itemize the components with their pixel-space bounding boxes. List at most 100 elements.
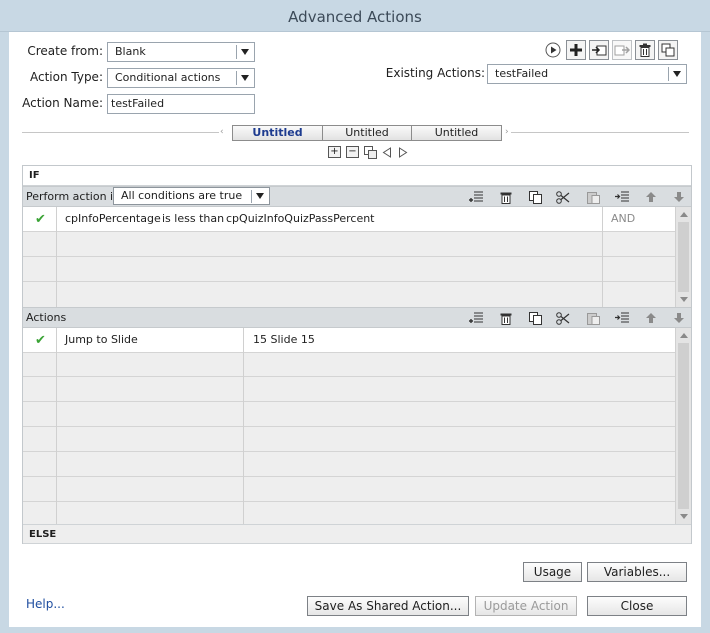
empty-condition-row[interactable]	[23, 257, 675, 282]
variables-button[interactable]: Variables...	[587, 562, 687, 582]
existing-actions-value: testFailed	[495, 67, 549, 80]
conditions-grid: ✔ cpInfoPercentage is less than cpQuizIn…	[23, 207, 675, 307]
usage-button[interactable]: Usage	[523, 562, 582, 582]
import-icon[interactable]	[589, 40, 609, 60]
dropdown-separator	[668, 67, 669, 81]
condition-toolbar: Perform action if: All conditions are tr…	[23, 186, 691, 207]
action-type-value: Conditional actions	[115, 71, 221, 84]
trash-icon[interactable]	[497, 310, 515, 326]
move-down-icon[interactable]	[670, 310, 688, 326]
column-divider	[56, 328, 57, 524]
empty-action-row[interactable]	[23, 352, 675, 377]
condition-editor-panel: IF Perform action if: All conditions are…	[22, 165, 692, 544]
cut-icon[interactable]	[554, 310, 572, 326]
conditions-scrollbar[interactable]	[675, 207, 691, 307]
scroll-down-icon[interactable]	[680, 297, 688, 302]
empty-condition-row[interactable]	[23, 232, 675, 257]
perform-action-label: Perform action if:	[26, 190, 121, 203]
prev-icon[interactable]	[382, 147, 392, 161]
move-down-icon[interactable]	[670, 189, 688, 205]
tab-condition-1[interactable]: Untitled	[232, 125, 323, 141]
dropdown-separator	[251, 190, 252, 203]
scroll-up-icon[interactable]	[680, 333, 688, 338]
tab-strip-rule-left	[22, 132, 219, 133]
actions-label: Actions	[26, 311, 67, 324]
condition-variable[interactable]: cpInfoPercentage	[65, 207, 161, 232]
paste-icon[interactable]	[584, 310, 602, 326]
action-row[interactable]: ✔ Jump to Slide 15 Slide 15	[23, 328, 675, 353]
empty-action-row[interactable]	[23, 477, 675, 502]
copy-condition-icon[interactable]	[364, 146, 377, 162]
empty-action-row[interactable]	[23, 502, 675, 524]
chevron-down-icon	[256, 193, 264, 199]
dialog-body: Create from: Blank Action Type: Conditio…	[9, 32, 701, 627]
delete-icon[interactable]	[635, 40, 655, 60]
indent-icon[interactable]	[613, 189, 631, 205]
add-condition-icon[interactable]: +	[328, 146, 341, 158]
insert-row-icon[interactable]	[467, 189, 485, 205]
if-section-header: IF	[23, 166, 691, 186]
condition-row[interactable]: ✔ cpInfoPercentage is less than cpQuizIn…	[23, 207, 675, 232]
title-bar[interactable]: Advanced Actions	[0, 0, 710, 32]
action-name-input[interactable]: testFailed	[107, 94, 255, 114]
close-button[interactable]: Close	[587, 596, 687, 616]
next-icon[interactable]	[398, 147, 408, 161]
column-divider	[56, 207, 57, 307]
existing-actions-label: Existing Actions:	[385, 66, 485, 80]
perform-action-dropdown[interactable]: All conditions are true	[113, 187, 270, 205]
action-name[interactable]: Jump to Slide	[65, 328, 235, 353]
empty-action-row[interactable]	[23, 452, 675, 477]
condition-value[interactable]: cpQuizInfoQuizPassPercent	[226, 207, 396, 232]
actions-scrollbar[interactable]	[675, 328, 691, 524]
update-action-button[interactable]: Update Action	[475, 596, 577, 616]
paste-icon[interactable]	[584, 189, 602, 205]
column-divider	[243, 328, 244, 524]
scroll-down-icon[interactable]	[680, 514, 688, 519]
create-from-label: Create from:	[27, 44, 103, 58]
chevron-down-icon	[241, 75, 249, 81]
empty-condition-row[interactable]	[23, 282, 675, 307]
trash-icon[interactable]	[497, 189, 515, 205]
move-up-icon[interactable]	[642, 310, 660, 326]
tab-strip-rule-right	[511, 132, 689, 133]
scroll-thumb[interactable]	[678, 222, 689, 292]
action-type-dropdown[interactable]: Conditional actions	[107, 68, 255, 88]
action-target[interactable]: 15 Slide 15	[253, 328, 453, 353]
save-as-shared-action-button[interactable]: Save As Shared Action...	[307, 596, 469, 616]
tab-condition-2[interactable]: Untitled	[322, 125, 412, 141]
scroll-thumb[interactable]	[678, 343, 689, 509]
insert-row-icon[interactable]	[467, 310, 485, 326]
chevron-down-icon	[673, 71, 681, 77]
checkmark-icon[interactable]: ✔	[35, 207, 55, 232]
advanced-actions-window: Advanced Actions Create from: Blank Acti…	[0, 0, 710, 633]
add-icon[interactable]	[566, 40, 586, 60]
tab-scroll-left-icon[interactable]: ‹	[220, 127, 224, 137]
else-section-header[interactable]: ELSE	[23, 524, 691, 544]
create-from-dropdown[interactable]: Blank	[107, 42, 255, 62]
empty-action-row[interactable]	[23, 427, 675, 452]
tab-scroll-right-icon[interactable]: ›	[505, 127, 509, 137]
condition-conjunction[interactable]: AND	[611, 207, 651, 232]
move-up-icon[interactable]	[642, 189, 660, 205]
preview-icon[interactable]	[543, 40, 563, 60]
remove-condition-icon[interactable]: −	[346, 146, 359, 158]
copy-icon[interactable]	[526, 189, 544, 205]
indent-icon[interactable]	[613, 310, 631, 326]
column-divider	[602, 207, 603, 307]
existing-actions-dropdown[interactable]: testFailed	[487, 64, 687, 84]
copy-icon[interactable]	[526, 310, 544, 326]
tab-condition-3[interactable]: Untitled	[411, 125, 502, 141]
checkmark-icon[interactable]: ✔	[35, 328, 55, 353]
scroll-up-icon[interactable]	[680, 212, 688, 217]
cut-icon[interactable]	[554, 189, 572, 205]
empty-action-row[interactable]	[23, 402, 675, 427]
duplicate-icon[interactable]	[658, 40, 678, 60]
help-link[interactable]: Help...	[26, 597, 65, 611]
export-icon[interactable]	[612, 40, 632, 60]
action-name-label: Action Name:	[22, 96, 103, 110]
condition-operator[interactable]: is less than	[162, 207, 226, 232]
dropdown-separator	[236, 45, 237, 59]
action-type-label: Action Type:	[29, 70, 103, 84]
create-from-value: Blank	[115, 45, 146, 58]
empty-action-row[interactable]	[23, 377, 675, 402]
